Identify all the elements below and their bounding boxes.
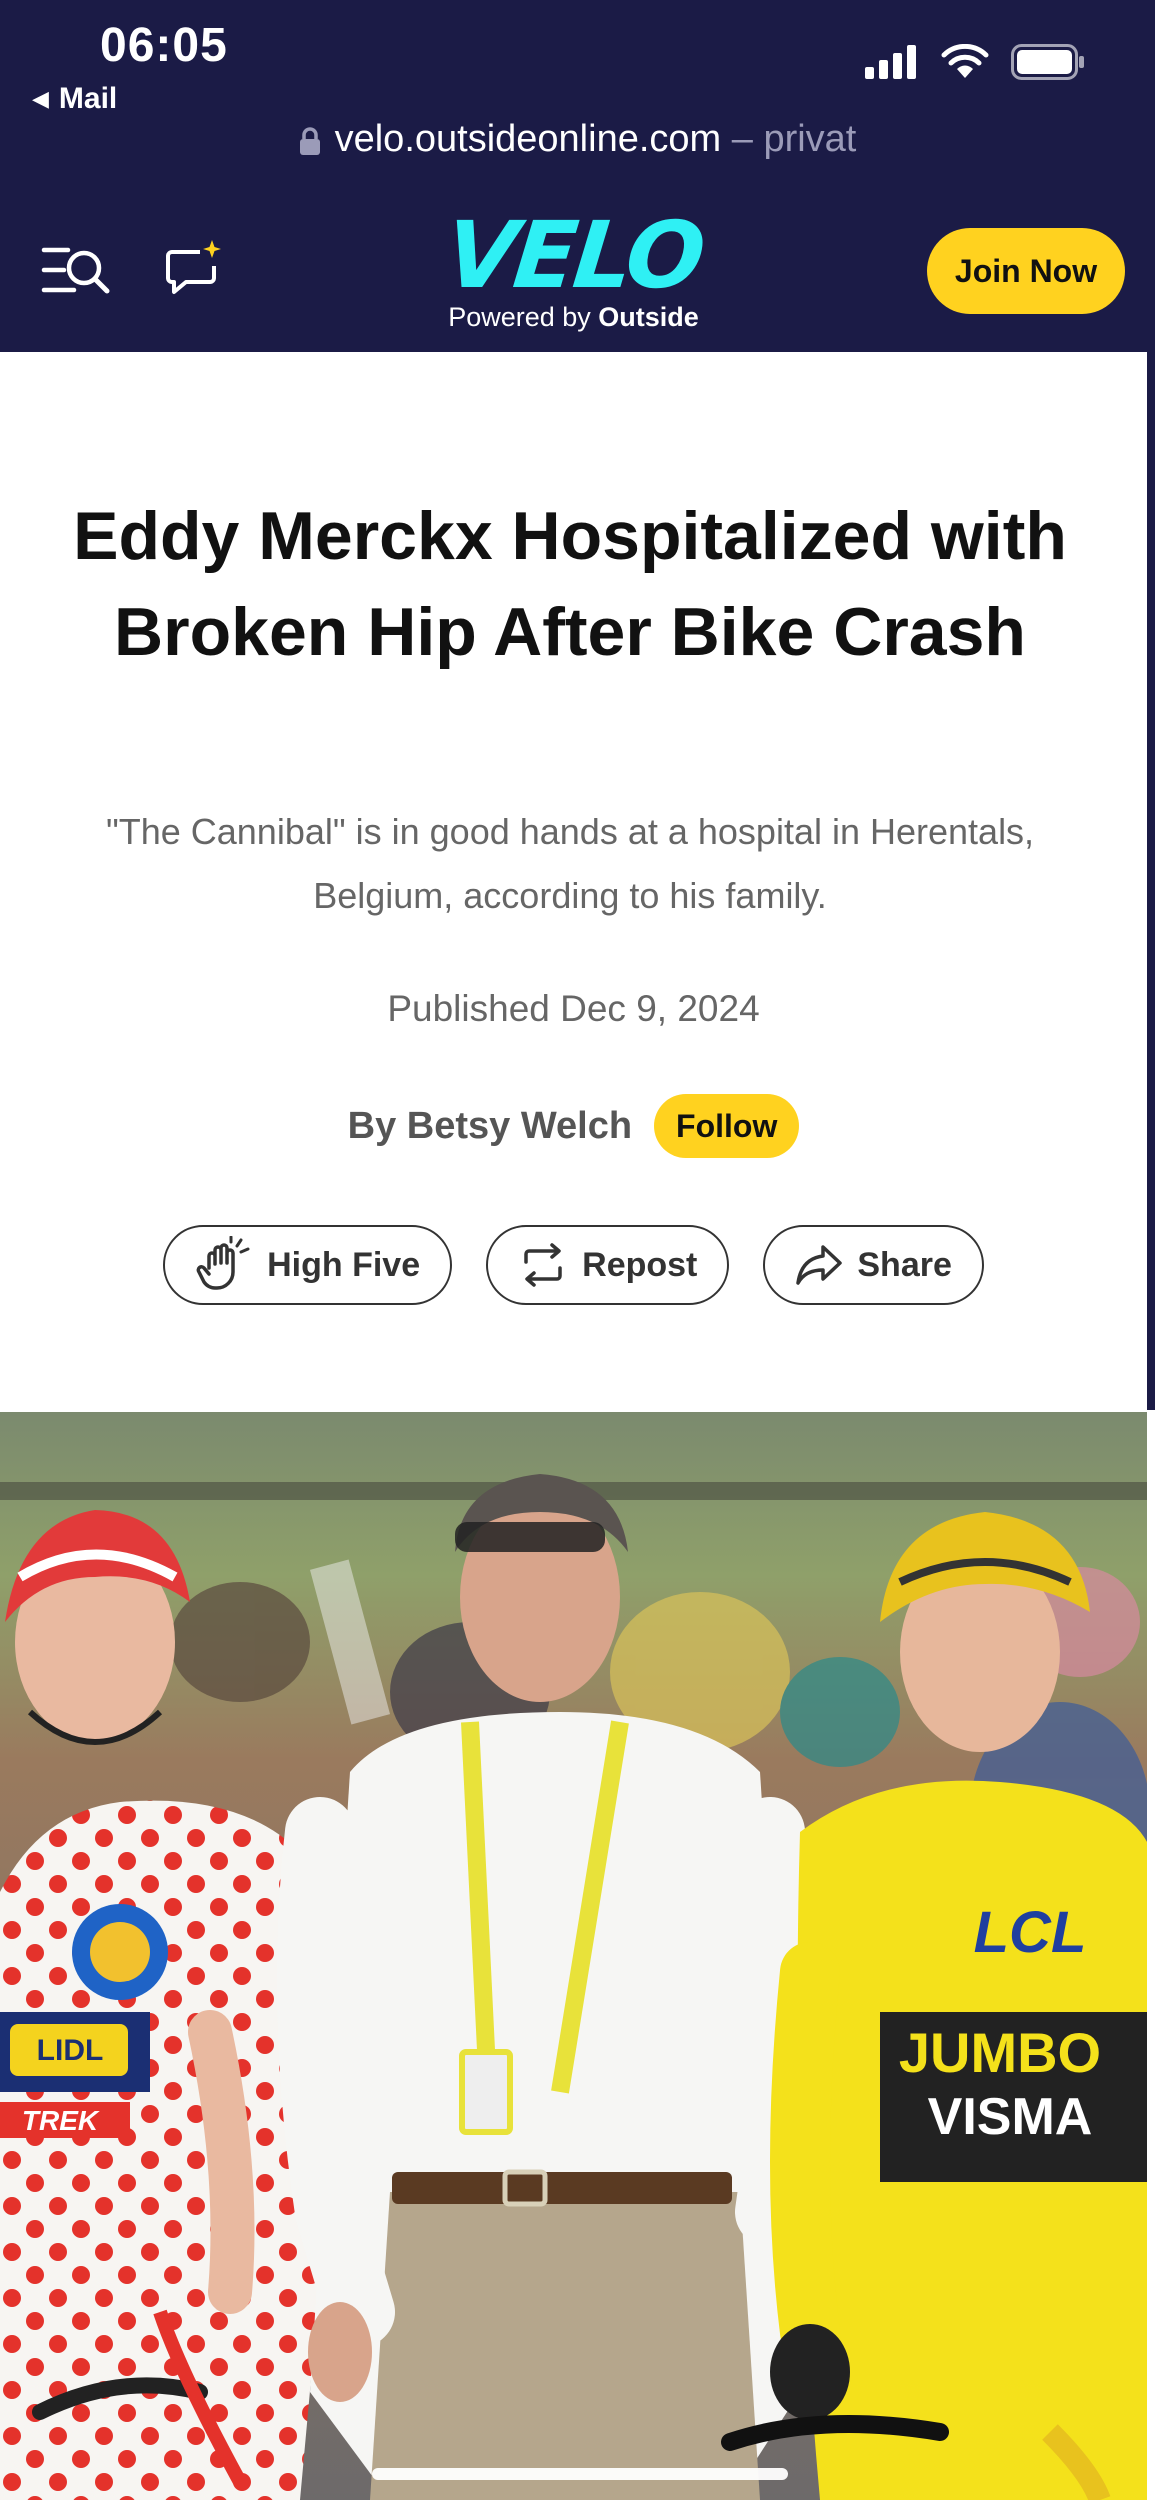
high-five-hand-icon — [196, 1236, 250, 1290]
article-title: Eddy Merckx Hospitalized with Broken Hip… — [73, 498, 1067, 670]
status-bar: 06:05 ◀ Mail velo.outsideonline.com – pr… — [0, 0, 1155, 190]
address-bar[interactable]: velo.outsideonline.com – privat — [0, 118, 1155, 161]
jersey-right-top-text: LCL — [974, 1900, 1087, 1965]
jersey-left-subtext: TREK — [22, 2105, 100, 2136]
jersey-right-main-text: JUMBO — [899, 2021, 1101, 2084]
share-arrow-icon — [796, 1245, 843, 1285]
battery-icon — [1011, 44, 1084, 80]
byline: By Betsy Welch Follow — [0, 1094, 1147, 1158]
repost-button[interactable]: Repost — [486, 1225, 730, 1305]
lock-icon — [299, 127, 320, 155]
jersey-left-text: LIDL — [37, 2034, 104, 2067]
hero-photo-illustration: LIDL TREK LCL JUMBO VISMA — [0, 1412, 1147, 2500]
back-to-mail-button[interactable]: ◀ Mail — [32, 82, 117, 116]
jersey-right-main2-text: VISMA — [928, 2088, 1093, 2146]
back-label: Mail — [58, 82, 118, 115]
repost-label: Repost — [582, 1245, 698, 1284]
back-arrow-icon: ◀ — [32, 86, 49, 111]
site-header: VELO Powered by Outside Join Now — [0, 190, 1147, 352]
article-dek: "The Cannibal" is in good hands at a hos… — [105, 811, 1035, 916]
status-time: 06:05 — [100, 19, 228, 72]
url-private-suffix: – privat — [731, 118, 857, 160]
share-label: Share — [857, 1245, 952, 1284]
hero-photo: LIDL TREK LCL JUMBO VISMA — [0, 1412, 1147, 2500]
status-icons — [865, 44, 1085, 80]
join-now-button[interactable]: Join Now — [927, 228, 1125, 314]
high-five-button[interactable]: High Five — [163, 1225, 453, 1305]
high-five-label: High Five — [267, 1245, 421, 1284]
follow-button[interactable]: Follow — [654, 1094, 800, 1158]
right-edge-rail — [1147, 190, 1155, 1410]
url-text: velo.outsideonline.com — [334, 118, 722, 160]
article-actions: High Five Repost Share — [0, 1225, 1147, 1305]
wifi-icon — [941, 44, 989, 78]
repost-icon — [524, 1243, 562, 1287]
share-button[interactable]: Share — [763, 1225, 984, 1305]
published-date: Published Dec 9, 2024 — [387, 988, 760, 1029]
home-indicator[interactable] — [372, 2468, 788, 2480]
author-link[interactable]: By Betsy Welch — [348, 1105, 632, 1148]
logo-wordmark: VELO — [440, 202, 707, 309]
cellular-signal-icon — [865, 45, 916, 79]
